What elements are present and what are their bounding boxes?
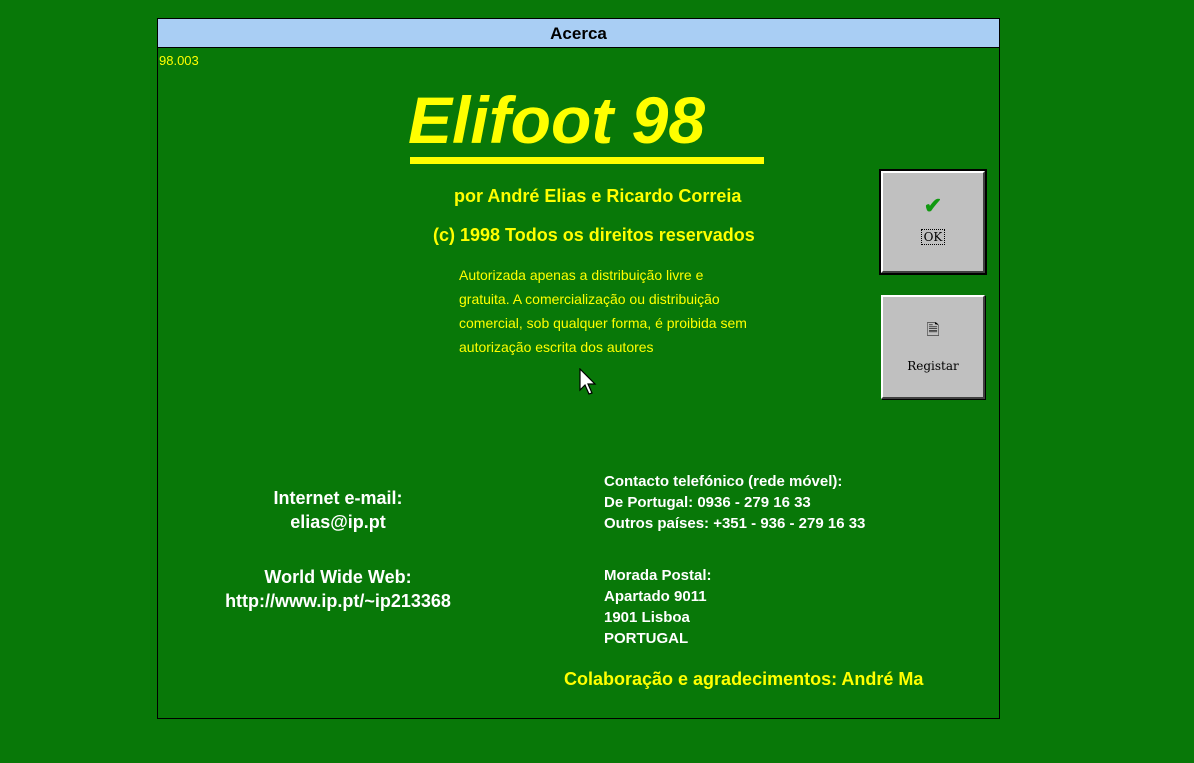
register-button-label: Registar	[907, 359, 959, 373]
credits-ticker: Colaboração e agradecimentos: André Ma	[564, 669, 924, 689]
mouse-cursor-icon	[579, 368, 597, 395]
web-heading: World Wide Web:	[264, 567, 412, 587]
phone-block: Contacto telefónico (rede móvel): De Por…	[604, 471, 865, 534]
address-heading: Morada Postal:	[604, 567, 712, 584]
address-block: Morada Postal: Apartado 9011 1901 Lisboa…	[604, 565, 712, 649]
register-button[interactable]: 🗎 Registar	[881, 295, 985, 399]
document-icon: 🗎	[926, 320, 940, 339]
license-line: gratuita. A comercialização ou distribui…	[459, 291, 720, 307]
email-heading: Internet e-mail:	[273, 488, 403, 508]
ok-button[interactable]: ✔ OK	[879, 169, 987, 275]
web-address: http://www.ip.pt/~ip213368	[225, 591, 451, 611]
license-text: Autorizada apenas a distribuição livre e…	[459, 263, 839, 359]
about-dialog: Acerca 98.003 Elifoot 98 por André Elias…	[157, 18, 1000, 719]
phone-heading: Contacto telefónico (rede móvel):	[604, 473, 843, 490]
address-line: PORTUGAL	[604, 630, 689, 647]
email-block: Internet e-mail: elias@ip.pt	[158, 486, 518, 534]
phone-portugal: De Portugal: 0936 - 279 16 33	[604, 494, 811, 511]
check-icon: ✔	[923, 193, 943, 219]
email-address: elias@ip.pt	[290, 512, 386, 532]
authors-text: por André Elias e Ricardo Correia	[454, 186, 742, 206]
license-line: Autorizada apenas a distribuição livre e	[459, 267, 704, 283]
dialog-title: Acerca	[158, 19, 999, 48]
address-line: 1901 Lisboa	[604, 609, 690, 626]
license-line: autorização escrita dos autores	[459, 339, 654, 355]
app-title: Elifoot 98	[408, 83, 706, 157]
web-block: World Wide Web: http://www.ip.pt/~ip2133…	[158, 565, 518, 613]
address-line: Apartado 9011	[604, 588, 707, 605]
phone-other: Outros países: +351 - 936 - 279 16 33	[604, 515, 866, 532]
copyright-text: (c) 1998 Todos os direitos reservados	[433, 225, 755, 245]
license-line: comercial, sob qualquer forma, é proibid…	[459, 315, 747, 331]
version-label: 98.003	[159, 53, 199, 68]
title-underline	[410, 157, 764, 164]
ok-button-label: OK	[920, 229, 946, 245]
